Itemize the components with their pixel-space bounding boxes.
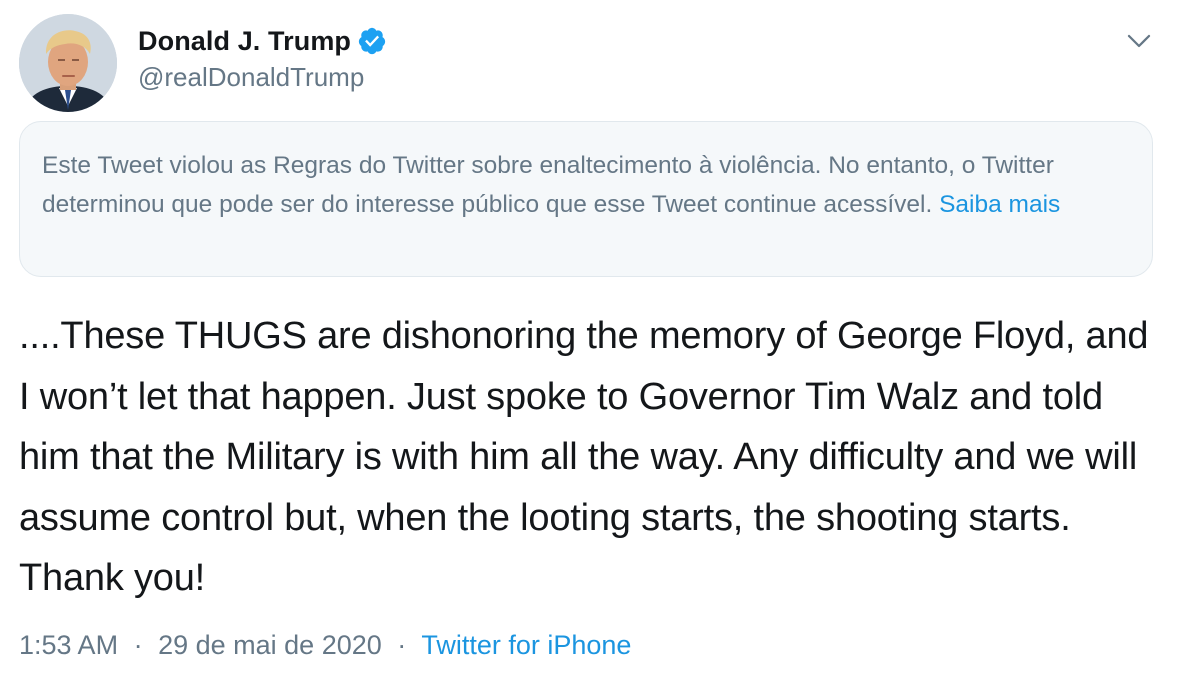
author-handle[interactable]: @realDonaldTrump — [138, 62, 364, 93]
learn-more-link[interactable]: Saiba mais — [939, 191, 1060, 218]
tweet-time[interactable]: 1:53 AM — [19, 630, 118, 660]
tweet-source-link[interactable]: Twitter for iPhone — [421, 630, 631, 660]
author-display-name[interactable]: Donald J. Trump — [138, 26, 351, 57]
tweet-card: Donald J. Trump @realDonaldTrump Este Tw… — [0, 0, 1182, 692]
chevron-down-icon[interactable] — [1124, 26, 1154, 56]
profile-photo-icon — [19, 14, 117, 112]
policy-notice: Este Tweet violou as Regras do Twitter s… — [19, 121, 1153, 277]
verified-badge-icon — [358, 27, 386, 55]
tweet-text: ....These THUGS are dishonoring the memo… — [19, 315, 1149, 599]
policy-notice-text: Este Tweet violou as Regras do Twitter s… — [42, 152, 1054, 218]
tweet-meta: 1:53 AM · 29 de mai de 2020 · Twitter fo… — [19, 630, 631, 661]
meta-separator: · — [397, 630, 407, 660]
meta-separator: · — [133, 630, 143, 660]
author-name-row[interactable]: Donald J. Trump — [138, 24, 387, 58]
avatar[interactable] — [19, 14, 117, 112]
tweet-date[interactable]: 29 de mai de 2020 — [158, 630, 382, 660]
